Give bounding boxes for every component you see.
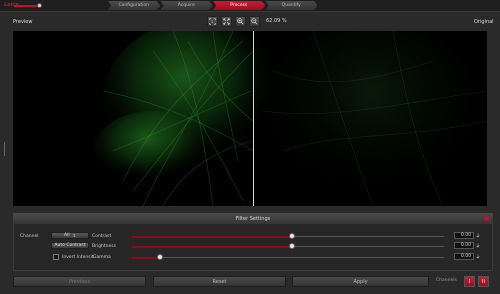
gamma-slider-track[interactable] bbox=[158, 257, 444, 258]
apply-button[interactable]: Apply bbox=[292, 276, 429, 287]
invert-intensity-label: Invert Intensit bbox=[62, 255, 94, 260]
step-quantify[interactable]: Quantify bbox=[265, 1, 318, 10]
svg-text:1: 1 bbox=[211, 19, 213, 23]
channel-toggle-2[interactable]: II bbox=[478, 276, 489, 287]
preview-label: Preview bbox=[13, 19, 33, 25]
brightness-slider-knob[interactable] bbox=[289, 243, 295, 249]
fluorescence-image bbox=[13, 31, 487, 206]
previous-button[interactable]: Previous bbox=[13, 276, 146, 287]
contrast-slider-fill bbox=[132, 236, 292, 238]
image-toolbar: 1 62.09 % bbox=[207, 15, 290, 27]
brightness-value[interactable]: 0.00 bbox=[454, 242, 474, 249]
gamma-value[interactable]: 0.00 bbox=[454, 253, 474, 260]
contrast-label: Contrast bbox=[92, 234, 112, 239]
header-slider-knob[interactable] bbox=[37, 3, 42, 8]
channel-select-value: All bbox=[64, 233, 70, 238]
invert-intensity-checkbox[interactable] bbox=[53, 254, 59, 260]
filter-settings-title: Filter Settings bbox=[235, 215, 271, 222]
brightness-label: Brightness bbox=[92, 244, 116, 249]
zoom-out-icon[interactable] bbox=[249, 15, 260, 27]
side-panel-handle[interactable] bbox=[4, 142, 7, 156]
channel-toggle-1[interactable]: I bbox=[464, 276, 475, 287]
brightness-slider-track[interactable] bbox=[292, 246, 444, 247]
gamma-slider-fill bbox=[132, 257, 158, 259]
channel-2-icon: II bbox=[482, 278, 485, 285]
compare-divider[interactable] bbox=[253, 31, 254, 206]
step-configuration[interactable]: Configuration bbox=[108, 1, 161, 10]
gamma-spinner[interactable]: ▴▾ bbox=[476, 253, 480, 260]
image-viewport[interactable] bbox=[13, 31, 487, 206]
fullscreen-icon[interactable] bbox=[221, 15, 232, 27]
step-acquire[interactable]: Acquire bbox=[160, 1, 213, 10]
brightness-slider-fill bbox=[132, 246, 292, 248]
fit-to-window-icon[interactable]: 1 bbox=[207, 15, 218, 27]
reset-button[interactable]: Reset bbox=[153, 276, 286, 287]
brightness-spinner[interactable]: ▴▾ bbox=[476, 242, 480, 249]
close-panel-icon[interactable] bbox=[484, 216, 489, 221]
channel-select[interactable]: All ⇕ bbox=[51, 232, 89, 239]
gamma-slider-knob[interactable] bbox=[157, 254, 163, 260]
chevron-updown-icon: ⇕ bbox=[72, 233, 76, 238]
original-label: Original bbox=[474, 19, 494, 25]
gamma-label: Gamma bbox=[93, 255, 111, 260]
zoom-in-icon[interactable] bbox=[235, 15, 246, 27]
contrast-value[interactable]: 0.00 bbox=[454, 232, 474, 239]
channel-label: Channel bbox=[20, 234, 39, 239]
auto-contrast-button[interactable]: Auto Contrast bbox=[51, 242, 89, 249]
zoom-level: 62.09 % bbox=[266, 18, 287, 24]
contrast-slider-track[interactable] bbox=[292, 236, 444, 237]
channels-label: Channels bbox=[436, 278, 457, 283]
contrast-slider-knob[interactable] bbox=[289, 233, 295, 239]
step-process[interactable]: Process bbox=[213, 1, 266, 10]
header-slider-track[interactable] bbox=[14, 5, 38, 7]
wizard-steps: Configuration Acquire Process Quantify bbox=[108, 1, 318, 10]
filter-settings-header: Filter Settings bbox=[13, 213, 493, 224]
channel-1-icon: I bbox=[468, 278, 471, 285]
contrast-spinner[interactable]: ▴▾ bbox=[476, 232, 480, 239]
